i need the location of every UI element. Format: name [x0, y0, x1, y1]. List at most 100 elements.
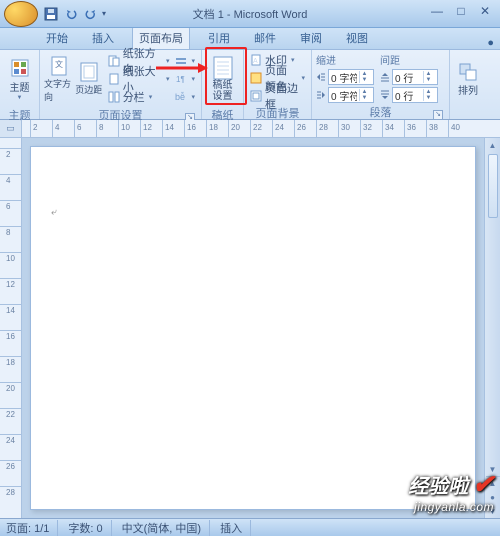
- margin-mark-top-right: [443, 187, 463, 203]
- checkmark-icon: ✔: [472, 469, 494, 500]
- help-icon[interactable]: ●: [487, 37, 494, 49]
- vruler-tick: 16: [0, 330, 21, 331]
- margins-button[interactable]: 页边距: [74, 52, 104, 106]
- columns-label: 分栏: [123, 89, 145, 105]
- ruler-tick: 22: [250, 120, 251, 137]
- paper-size-button[interactable]: 纸张大小▾: [106, 71, 172, 87]
- spin-down-icon[interactable]: ▼: [423, 95, 433, 101]
- work-area: 246810121416182022242628 ⤶ ▲ ▼ ▲ ● ▼: [0, 138, 500, 518]
- ruler-tick: 10: [118, 120, 119, 137]
- indent-right-icon: [316, 90, 326, 100]
- horizontal-ruler[interactable]: 246810121416182022242628303234363840: [22, 120, 500, 137]
- spacing-after-input[interactable]: [393, 90, 423, 101]
- spin-down-icon[interactable]: ▼: [423, 77, 433, 83]
- themes-button[interactable]: 主题 ▼: [4, 52, 35, 106]
- close-button[interactable]: ✕: [474, 3, 496, 19]
- status-language[interactable]: 中文(简体, 中国): [122, 520, 210, 536]
- vertical-ruler[interactable]: 246810121416182022242628: [0, 138, 22, 518]
- vruler-tick: 26: [0, 460, 21, 461]
- line-numbers-button[interactable]: 1¶▾: [173, 71, 197, 87]
- spacing-before-input[interactable]: [393, 72, 423, 83]
- line-numbers-icon: 1¶: [175, 73, 187, 85]
- hyphenation-icon: bễ: [175, 91, 187, 103]
- ruler-tick: 14: [162, 120, 163, 137]
- vruler-tick: 20: [0, 382, 21, 383]
- ruler-tick: 36: [404, 120, 405, 137]
- indent-right-input[interactable]: [329, 90, 359, 101]
- ruler-tick: 16: [184, 120, 185, 137]
- indent-header: 缩进: [316, 52, 374, 67]
- vruler-tick: 10: [0, 252, 21, 253]
- page-border-button[interactable]: 页面边框: [248, 88, 307, 104]
- ruler-tick: 38: [426, 120, 427, 137]
- ruler-tick: 26: [294, 120, 295, 137]
- themes-label: 主题: [10, 79, 30, 94]
- hyphenation-button[interactable]: bễ▾: [173, 89, 197, 105]
- status-word-count[interactable]: 字数: 0: [68, 520, 111, 536]
- indent-right-field[interactable]: ▲▼: [328, 87, 374, 103]
- arrange-button[interactable]: 排列: [454, 52, 482, 106]
- watermark-icon: A: [250, 54, 262, 66]
- manuscript-label-2: 设置: [213, 92, 233, 102]
- save-icon[interactable]: [42, 5, 60, 23]
- tab-view[interactable]: 视图: [340, 27, 374, 49]
- ruler-tick: 6: [74, 120, 75, 137]
- watermark-text-2: jingyanla.com: [408, 500, 494, 514]
- spacing-before-field[interactable]: ▲▼: [392, 69, 438, 85]
- qat-customize-icon[interactable]: ▾: [102, 9, 110, 18]
- arrange-icon: [458, 62, 478, 82]
- tab-home[interactable]: 开始: [40, 27, 74, 49]
- group-paragraph: 缩进 ▲▼ ▲▼ 间距 ▲▼ ▲▼: [312, 50, 450, 119]
- window-controls: — □ ✕: [426, 3, 496, 19]
- page-color-icon: [250, 72, 262, 84]
- undo-icon[interactable]: [62, 5, 80, 23]
- restore-button[interactable]: □: [450, 3, 472, 19]
- arrange-label: 排列: [458, 82, 478, 97]
- image-watermark: 经验啦✔ jingyanla.com: [408, 469, 494, 514]
- spacing-before-icon: [380, 72, 390, 82]
- title-bar: ▾ 文档 1 - Microsoft Word — □ ✕: [0, 0, 500, 28]
- text-cursor: ⤶: [51, 207, 57, 218]
- spin-down-icon[interactable]: ▼: [359, 77, 369, 83]
- svg-text:A: A: [253, 58, 258, 65]
- vertical-scrollbar[interactable]: ▲ ▼ ▲ ● ▼: [484, 138, 500, 518]
- text-direction-label: 文字方向: [44, 77, 74, 103]
- ruler-tick: 18: [206, 120, 207, 137]
- document-page[interactable]: ⤶: [30, 146, 476, 510]
- minimize-button[interactable]: —: [426, 3, 448, 19]
- tab-mailings[interactable]: 邮件: [248, 27, 282, 49]
- redo-icon[interactable]: [82, 5, 100, 23]
- text-direction-button[interactable]: 文 文字方向: [44, 52, 74, 106]
- margins-label: 页边距: [75, 83, 102, 96]
- tab-review[interactable]: 审阅: [294, 27, 328, 49]
- indent-left-input[interactable]: [329, 72, 359, 83]
- paper-size-icon: [108, 73, 120, 85]
- group-page-setup: 文 文字方向 页边距 纸张方向▾ 纸张大小▾ 分栏▾: [40, 50, 202, 119]
- ruler-tick: 4: [52, 120, 53, 137]
- tab-references[interactable]: 引用: [202, 27, 236, 49]
- spacing-after-field[interactable]: ▲▼: [392, 87, 438, 103]
- scroll-thumb[interactable]: [488, 154, 498, 218]
- status-insert-mode[interactable]: 插入: [220, 520, 251, 536]
- manuscript-icon: [212, 56, 234, 80]
- watermark-text-1: 经验啦: [408, 470, 468, 499]
- breaks-icon: [175, 55, 187, 67]
- indent-left-field[interactable]: ▲▼: [328, 69, 374, 85]
- spin-down-icon[interactable]: ▼: [359, 95, 369, 101]
- columns-button[interactable]: 分栏▾: [106, 89, 172, 105]
- vruler-tick: 2: [0, 148, 21, 149]
- status-page[interactable]: 页面: 1/1: [6, 520, 58, 536]
- columns-icon: [108, 91, 120, 103]
- manuscript-settings-button[interactable]: 稿纸 设置: [206, 52, 239, 106]
- ruler-tick: 8: [96, 120, 97, 137]
- office-button[interactable]: [4, 1, 38, 27]
- group-arrange: 排列 排列: [450, 50, 488, 119]
- tab-insert[interactable]: 插入: [86, 27, 120, 49]
- ruler-tick: 40: [448, 120, 449, 137]
- paragraph-launcher[interactable]: ↘: [433, 110, 443, 120]
- breaks-button[interactable]: ▾: [173, 53, 197, 69]
- document-viewport: ⤶ ▲ ▼ ▲ ● ▼: [22, 138, 500, 518]
- scroll-up-button[interactable]: ▲: [486, 138, 500, 152]
- group-page-background: A 水印▾ 页面颜色▾ 页面边框 页面背景: [244, 50, 312, 119]
- spacing-after-icon: [380, 90, 390, 100]
